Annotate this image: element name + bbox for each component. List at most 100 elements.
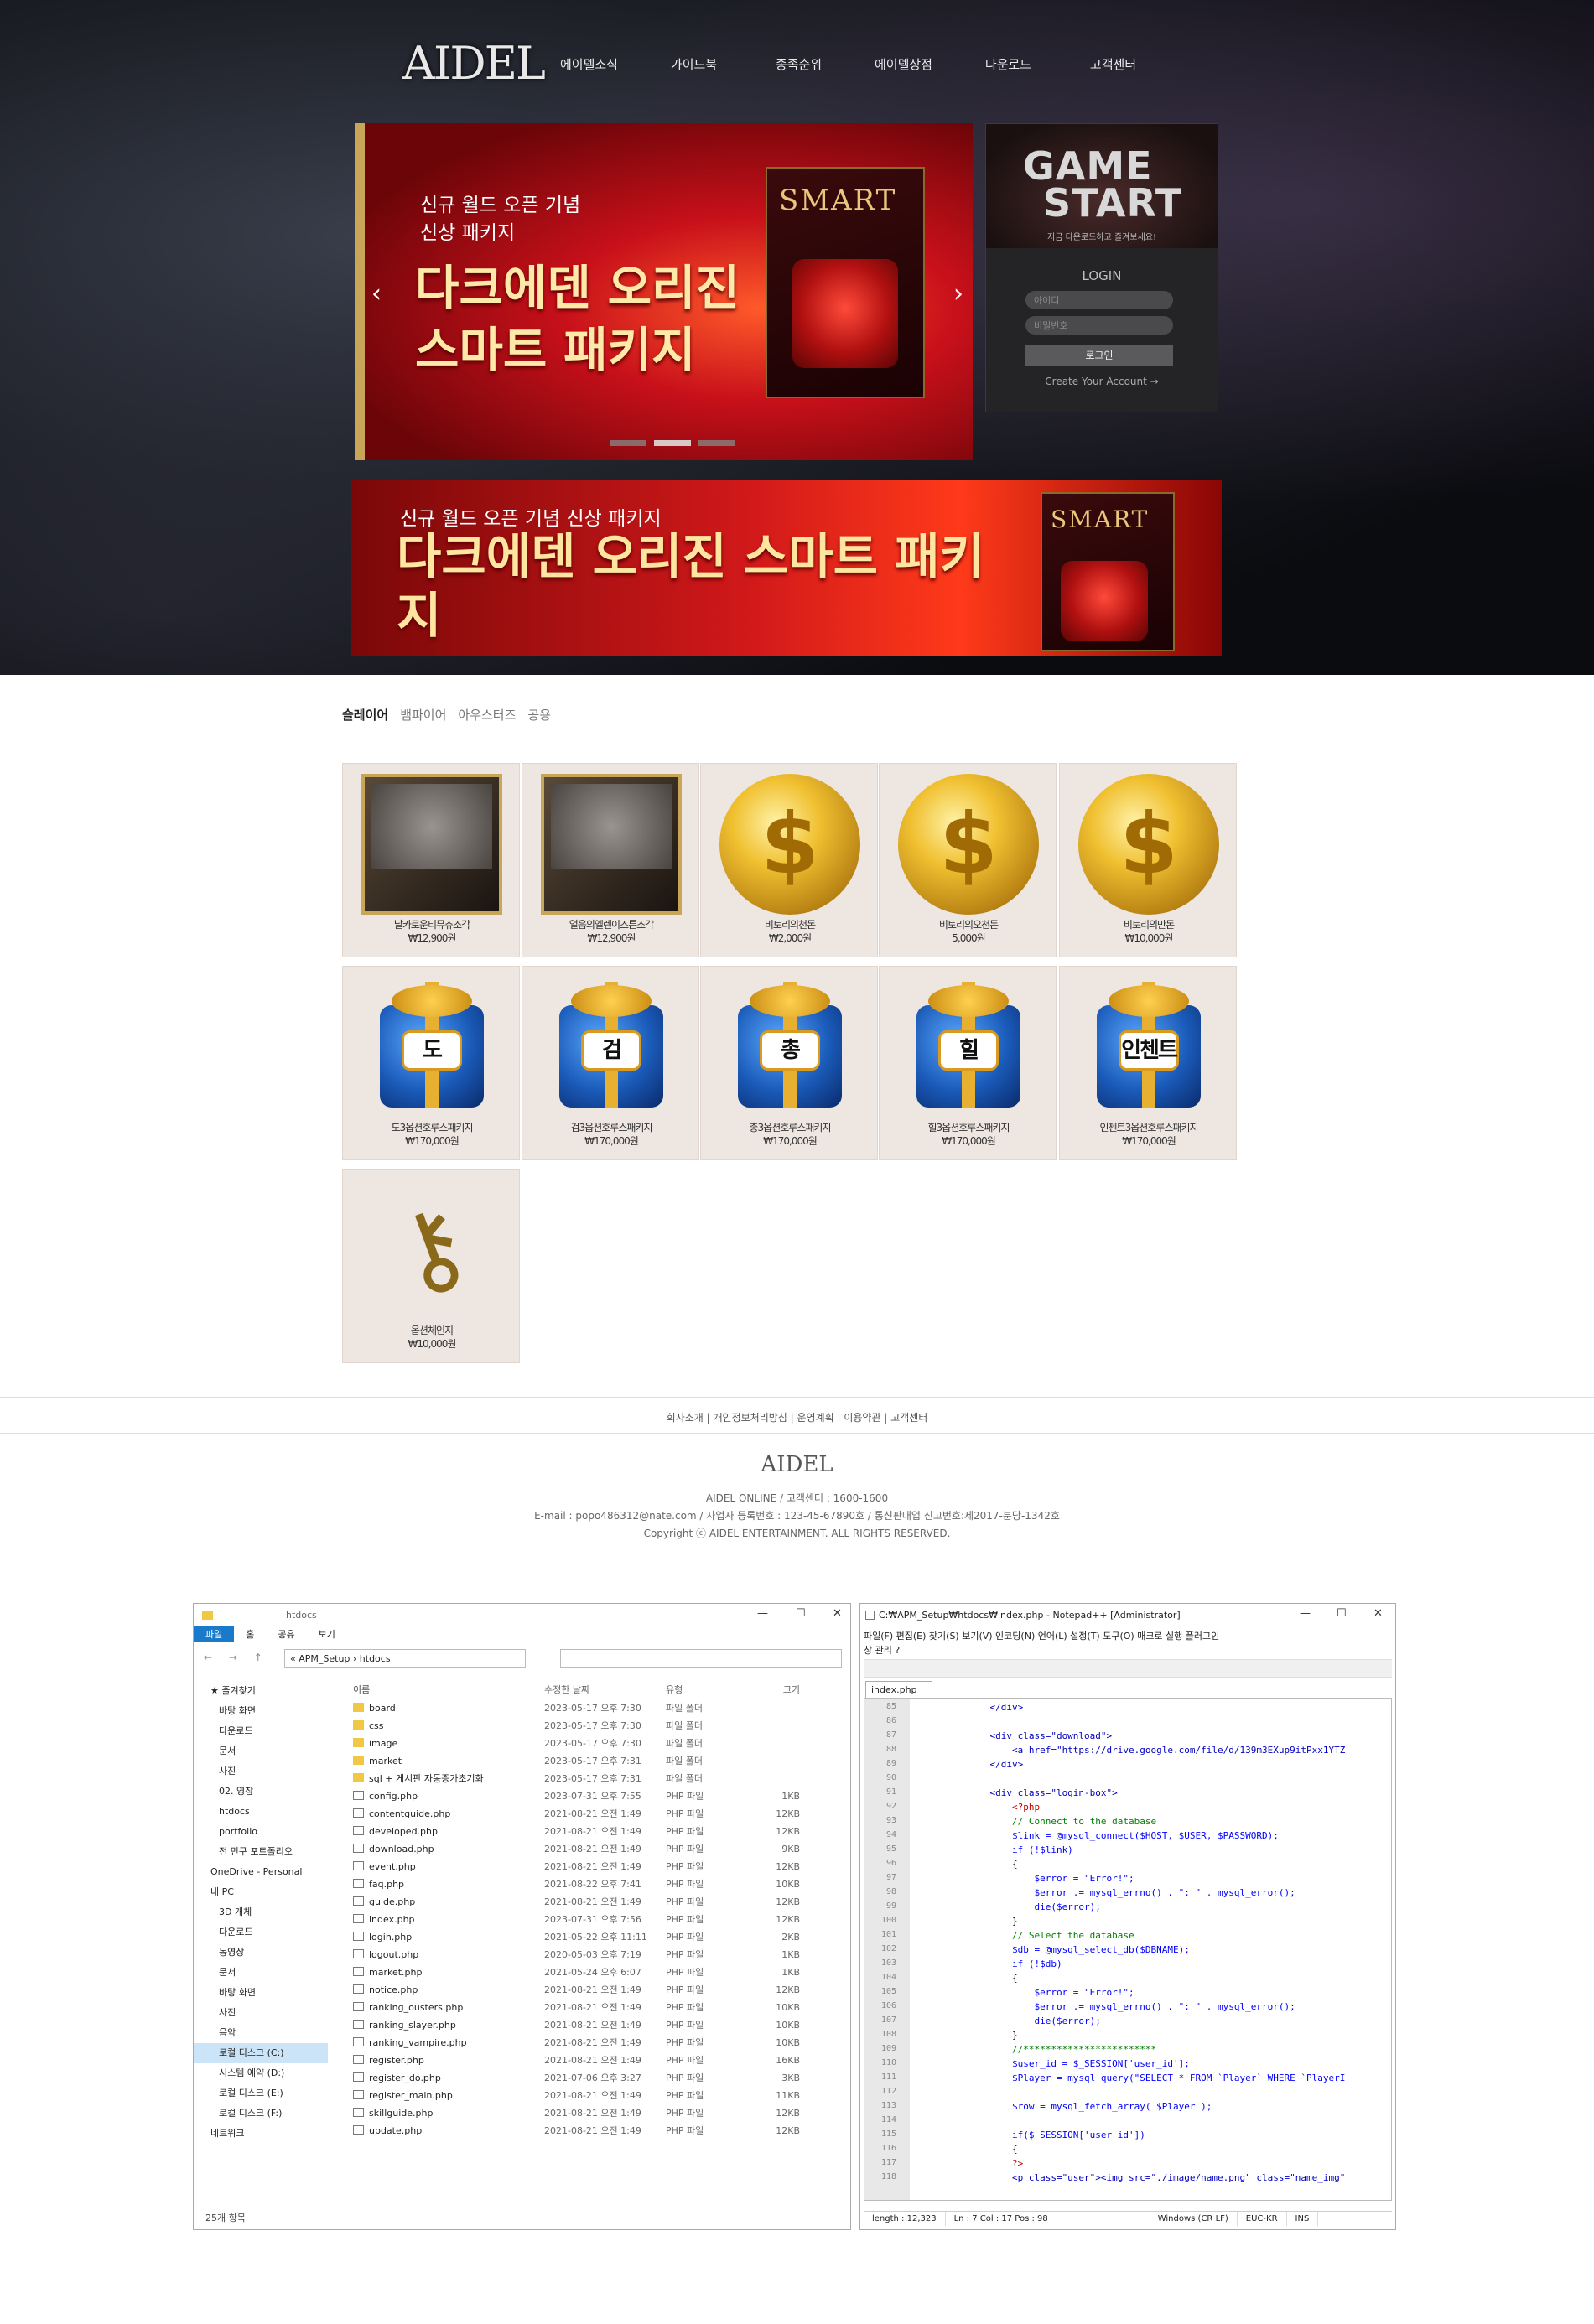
nav-item-download[interactable]: 다운로드 <box>956 55 1061 73</box>
nav-pane-item[interactable]: 3D 개체 <box>194 1902 328 1922</box>
maximize-icon[interactable]: ☐ <box>1337 1607 1347 1620</box>
product-card[interactable]: 인첸트 인첸트3옵션호루스패키지 ₩170,000원 <box>1059 966 1237 1160</box>
nav-pane-item[interactable]: 시스템 예약 (D:) <box>194 2063 328 2083</box>
nav-pane-item[interactable]: 전 민구 포트폴리오 <box>194 1842 328 1862</box>
nav-pane-item[interactable]: 동영상 <box>194 1943 328 1963</box>
nav-item-ranking[interactable]: 종족순위 <box>746 55 851 73</box>
product-card[interactable]: 검 검3옵션호루스패키지 ₩170,000원 <box>522 966 699 1160</box>
product-card[interactable]: 얼음의엘렌이즈튼조각 ₩12,900원 <box>522 763 699 957</box>
slider-next-icon[interactable]: › <box>953 279 963 309</box>
column-name[interactable]: 이름 <box>336 1681 544 1699</box>
product-card[interactable]: 도 도3옵션호루스패키지 ₩170,000원 <box>342 966 520 1160</box>
nav-pane-item[interactable]: 사진 <box>194 1761 328 1782</box>
tab-slayer[interactable]: 슬레이어 <box>342 706 389 729</box>
nav-arrows-icon[interactable]: ← → ↑ <box>204 1652 269 1663</box>
address-bar[interactable]: « APM_Setup › htdocs <box>284 1649 526 1668</box>
nav-pane-item[interactable]: 내 PC <box>194 1882 328 1902</box>
code-editor[interactable]: 85 </div> 86 87 <div class="download"> 88 <… <box>864 1698 1392 2201</box>
promo-slider[interactable]: 신규 월드 오픈 기념 신상 패키지 다크에덴 오리진 스마트 패키지 SMART … <box>355 123 973 460</box>
slider-dot-3[interactable] <box>698 440 735 446</box>
search-input[interactable] <box>560 1649 842 1668</box>
nav-item-news[interactable]: 에이델소식 <box>537 55 641 73</box>
password-input[interactable] <box>1025 316 1173 335</box>
nav-item-support[interactable]: 고객센터 <box>1061 55 1166 73</box>
file-row[interactable]: contentguide.php 2021-08-21 오전 1:49 PHP 파일… <box>336 1805 848 1823</box>
file-row[interactable]: index.php 2023-07-31 오후 7:56 PHP 파일 12KB <box>336 1911 848 1928</box>
slider-dot-2[interactable] <box>654 440 691 446</box>
nav-pane-item[interactable]: 로컬 디스크 (C:) <box>194 2043 328 2063</box>
nav-pane-item[interactable]: 02. 영참 <box>194 1782 328 1802</box>
file-row[interactable]: developed.php 2021-08-21 오전 1:49 PHP 파일 12K… <box>336 1823 848 1840</box>
nav-pane-item[interactable]: 문서 <box>194 1741 328 1761</box>
file-tab[interactable]: index.php <box>865 1681 932 1698</box>
close-icon[interactable]: ✕ <box>833 1607 842 1620</box>
file-row[interactable]: image 2023-05-17 오후 7:30 파일 폴더 <box>336 1735 848 1752</box>
nav-pane-item[interactable]: OneDrive - Personal <box>194 1862 328 1882</box>
menu-bar[interactable]: 파일(F) 편집(E) 찾기(S) 보기(V) 인코딩(N) 언어(L) 설정(… <box>864 1629 1392 1657</box>
file-row[interactable]: logout.php 2020-05-03 오후 7:19 PHP 파일 1KB <box>336 1946 848 1963</box>
ribbon-tab-home[interactable]: 홈 <box>234 1626 266 1642</box>
file-row[interactable]: login.php 2021-05-22 오후 11:11 PHP 파일 2KB <box>336 1928 848 1946</box>
file-row[interactable]: download.php 2021-08-21 오전 1:49 PHP 파일 9KB <box>336 1840 848 1858</box>
login-button[interactable]: 로그인 <box>1025 345 1173 366</box>
file-row[interactable]: market 2023-05-17 오후 7:31 파일 폴더 <box>336 1752 848 1770</box>
product-card[interactable]: 날카로운티뮤츄조각 ₩12,900원 <box>342 763 520 957</box>
product-card[interactable]: 총 총3옵션호루스패키지 ₩170,000원 <box>700 966 878 1160</box>
file-row[interactable]: market.php 2021-05-24 오후 6:07 PHP 파일 1KB <box>336 1963 848 1981</box>
product-card[interactable]: $ 비토리의천돈 ₩2,000원 <box>700 763 878 957</box>
nav-item-guide[interactable]: 가이드북 <box>641 55 746 73</box>
create-account-link[interactable]: Create Your Account → <box>986 376 1218 387</box>
game-start-banner[interactable]: GAME START 지금 다운로드하고 즐겨보세요! <box>986 124 1218 248</box>
column-date[interactable]: 수정한 날짜 <box>544 1681 666 1699</box>
file-row[interactable]: register_do.php 2021-07-06 오후 3:27 PHP 파일 3… <box>336 2069 848 2087</box>
ribbon-tab-file[interactable]: 파일 <box>194 1626 235 1642</box>
maximize-icon[interactable]: ☐ <box>796 1607 806 1620</box>
promo-banner[interactable]: 신규 월드 오픈 기념 신상 패키지 다크에덴 오리진 스마트 패키지 SMAR… <box>351 480 1222 656</box>
nav-pane-item[interactable]: 바탕 화면 <box>194 1701 328 1721</box>
product-card[interactable]: ⚷ 옵션체인지 ₩10,000원 <box>342 1169 520 1363</box>
minimize-icon[interactable]: — <box>1300 1607 1311 1620</box>
user-id-input[interactable] <box>1025 291 1173 309</box>
product-card[interactable]: $ 비토리의오천돈 5,000원 <box>879 763 1057 957</box>
tab-ousters[interactable]: 아우스터즈 <box>458 706 517 729</box>
tab-common[interactable]: 공용 <box>527 706 552 729</box>
nav-pane-item[interactable]: 문서 <box>194 1963 328 1983</box>
nav-item-shop[interactable]: 에이델상점 <box>851 55 956 73</box>
column-type[interactable]: 유형 <box>666 1681 750 1699</box>
nav-pane-item[interactable]: 로컬 디스크 (F:) <box>194 2104 328 2124</box>
product-card[interactable]: $ 비토리의만돈 ₩10,000원 <box>1059 763 1237 957</box>
slider-dot-1[interactable] <box>610 440 646 446</box>
nav-pane-item[interactable]: 다운로드 <box>194 1721 328 1741</box>
ribbon-tab-view[interactable]: 보기 <box>307 1626 347 1642</box>
file-row[interactable]: register.php 2021-08-21 오전 1:49 PHP 파일 16KB <box>336 2052 848 2069</box>
nav-pane-item[interactable]: 네트워크 <box>194 2124 328 2144</box>
file-row[interactable]: ranking_ousters.php 2021-08-21 오전 1:49 PHP… <box>336 1999 848 2016</box>
nav-pane-item[interactable]: 사진 <box>194 2003 328 2023</box>
file-row[interactable]: update.php 2021-08-21 오전 1:49 PHP 파일 12KB <box>336 2122 848 2140</box>
file-row[interactable]: skillguide.php 2021-08-21 오전 1:49 PHP 파일 12… <box>336 2104 848 2122</box>
file-row[interactable]: register_main.php 2021-08-21 오전 1:49 PHP 파… <box>336 2087 848 2104</box>
nav-pane-item[interactable]: ★ 즐겨찾기 <box>194 1681 328 1701</box>
ribbon-tab-share[interactable]: 공유 <box>266 1626 306 1642</box>
nav-pane-item[interactable]: htdocs <box>194 1802 328 1822</box>
nav-pane-item[interactable]: 음악 <box>194 2023 328 2043</box>
file-row[interactable]: sql + 게시판 자동증가초기화 2023-05-17 오후 7:31 파일 폴더 <box>336 1770 848 1787</box>
file-row[interactable]: faq.php 2021-08-22 오후 7:41 PHP 파일 10KB <box>336 1875 848 1893</box>
nav-pane-item[interactable]: 로컬 디스크 (E:) <box>194 2083 328 2104</box>
slider-prev-icon[interactable]: ‹ <box>371 279 382 309</box>
file-row[interactable]: css 2023-05-17 오후 7:30 파일 폴더 <box>336 1717 848 1735</box>
footer-links[interactable]: 회사소개 | 개인정보처리방침 | 운영계획 | 이용약관 | 고객센터 <box>0 1410 1594 1424</box>
file-row[interactable]: event.php 2021-08-21 오전 1:49 PHP 파일 12KB <box>336 1858 848 1875</box>
file-row[interactable]: notice.php 2021-08-21 오전 1:49 PHP 파일 12KB <box>336 1981 848 1999</box>
column-size[interactable]: 크기 <box>750 1681 800 1699</box>
file-row[interactable]: ranking_slayer.php 2021-08-21 오전 1:49 PHP … <box>336 2016 848 2034</box>
toolbar[interactable] <box>864 1659 1392 1678</box>
nav-pane-item[interactable]: 다운로드 <box>194 1922 328 1943</box>
nav-pane-item[interactable]: 바탕 화면 <box>194 1983 328 2003</box>
tab-vampire[interactable]: 뱀파이어 <box>400 706 447 729</box>
file-row[interactable]: board 2023-05-17 오후 7:30 파일 폴더 <box>336 1699 848 1717</box>
site-logo[interactable]: AIDEL <box>402 37 546 90</box>
file-row[interactable]: ranking_vampire.php 2021-08-21 오전 1:49 PHP… <box>336 2034 848 2052</box>
nav-pane-item[interactable]: portfolio <box>194 1822 328 1842</box>
minimize-icon[interactable]: — <box>757 1607 768 1620</box>
